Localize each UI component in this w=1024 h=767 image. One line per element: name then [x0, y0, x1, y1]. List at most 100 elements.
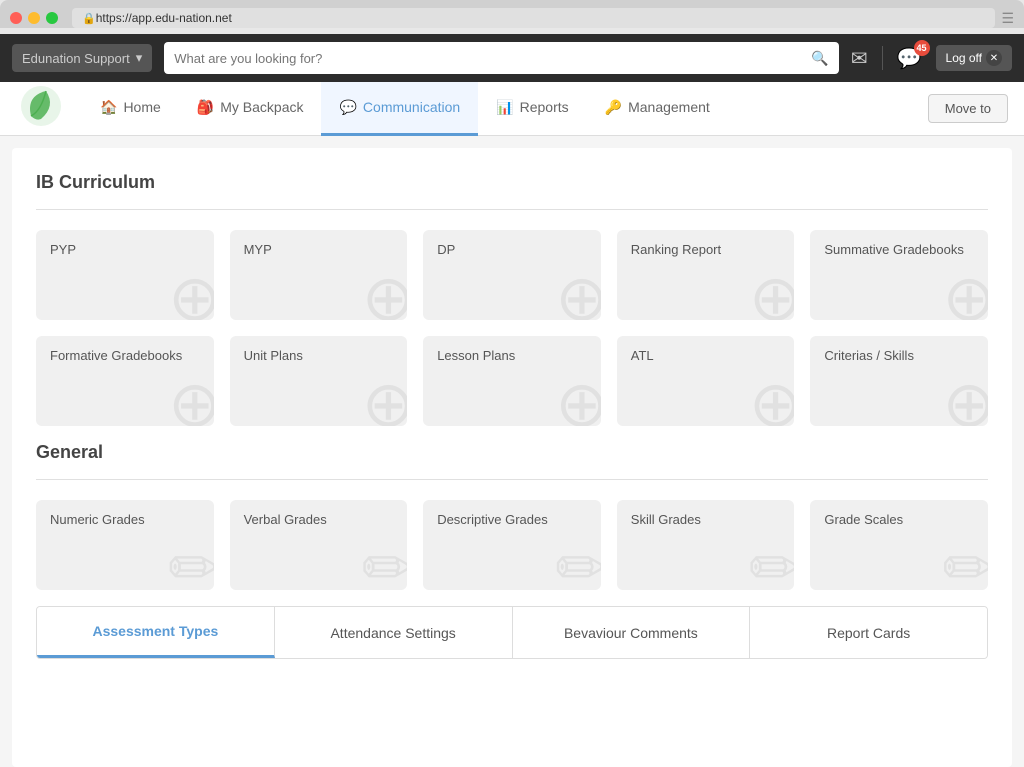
grade-bg-icon: ✏: [555, 536, 601, 590]
card-unit-plans-label: Unit Plans: [244, 348, 394, 363]
browser-chrome: 🔒 https://app.edu-nation.net ☰: [0, 0, 1024, 28]
tab-reports-label: Reports: [520, 99, 569, 115]
card-summative-gradebooks[interactable]: Summative Gradebooks ⊕: [810, 230, 988, 320]
ib-bg-icon: ⊕: [555, 266, 601, 320]
card-atl[interactable]: ATL ⊕: [617, 336, 795, 426]
ib-curriculum-section: IB Curriculum PYP ⊕ MYP ⊕ DP ⊕ Ranking R…: [36, 172, 988, 426]
grade-bg-icon: ✏: [168, 536, 214, 590]
tab-mybackpack[interactable]: 🎒 My Backpack: [179, 82, 322, 136]
move-to-button[interactable]: Move to: [928, 94, 1008, 123]
ib-bg-icon: ⊕: [168, 266, 214, 320]
logout-button[interactable]: Log off ✕: [936, 45, 1012, 71]
school-name-label: Edunation Support: [22, 51, 130, 66]
ib-bg-icon: ⊕: [555, 372, 601, 426]
main-nav-tabs: 🏠 Home 🎒 My Backpack 💬 Communication 📊 R…: [82, 82, 728, 136]
card-ranking-report[interactable]: Ranking Report ⊕: [617, 230, 795, 320]
card-ranking-label: Ranking Report: [631, 242, 781, 257]
grade-bg-icon: ✏: [749, 536, 795, 590]
main-nav: 🏠 Home 🎒 My Backpack 💬 Communication 📊 R…: [0, 82, 1024, 136]
card-skill-label: Skill Grades: [631, 512, 781, 527]
grade-bg-icon: ✏: [942, 536, 988, 590]
tab-reports[interactable]: 📊 Reports: [478, 82, 586, 136]
card-formative-gradebooks[interactable]: Formative Gradebooks ⊕: [36, 336, 214, 426]
logo-icon: [16, 81, 66, 131]
search-bar: 🔍: [164, 42, 839, 74]
card-grade-scales[interactable]: Grade Scales ✏: [810, 500, 988, 590]
tab-home[interactable]: 🏠 Home: [82, 82, 179, 136]
card-pyp[interactable]: PYP ⊕: [36, 230, 214, 320]
card-grade-scales-label: Grade Scales: [824, 512, 974, 527]
card-numeric-label: Numeric Grades: [50, 512, 200, 527]
card-criterias-skills[interactable]: Criterias / Skills ⊕: [810, 336, 988, 426]
card-unit-plans[interactable]: Unit Plans ⊕: [230, 336, 408, 426]
tab-management[interactable]: 🔑 Management: [587, 82, 728, 136]
ib-section-title: IB Curriculum: [36, 172, 988, 193]
school-selector[interactable]: Edunation Support ▾: [12, 44, 152, 72]
app-container: Edunation Support ▾ 🔍 ✉ 💬 45 Log off ✕: [0, 34, 1024, 767]
grade-bg-icon: ✏: [362, 536, 408, 590]
ib-bg-icon: ⊕: [942, 266, 988, 320]
logo-area: [16, 81, 66, 136]
card-formative-label: Formative Gradebooks: [50, 348, 200, 363]
reports-icon: 📊: [496, 99, 513, 116]
general-divider: [36, 479, 988, 480]
ib-bg-icon: ⊕: [362, 266, 408, 320]
tile-report-cards[interactable]: Report Cards: [750, 607, 987, 658]
card-verbal-grades[interactable]: Verbal Grades ✏: [230, 500, 408, 590]
logout-label: Log off: [946, 51, 982, 65]
card-skill-grades[interactable]: Skill Grades ✏: [617, 500, 795, 590]
content-area: IB Curriculum PYP ⊕ MYP ⊕ DP ⊕ Ranking R…: [12, 148, 1012, 767]
dropdown-arrow-icon: ▾: [136, 50, 143, 66]
card-descriptive-grades[interactable]: Descriptive Grades ✏: [423, 500, 601, 590]
general-section-title: General: [36, 442, 988, 463]
card-criterias-label: Criterias / Skills: [824, 348, 974, 363]
minimize-traffic-light[interactable]: [28, 12, 40, 24]
card-dp[interactable]: DP ⊕: [423, 230, 601, 320]
top-nav-bar: Edunation Support ▾ 🔍 ✉ 💬 45 Log off ✕: [0, 34, 1024, 82]
card-lesson-plans-label: Lesson Plans: [437, 348, 587, 363]
card-atl-label: ATL: [631, 348, 781, 363]
ib-bg-icon: ⊕: [362, 372, 408, 426]
search-input[interactable]: [174, 51, 811, 66]
communication-icon: 💬: [339, 99, 356, 116]
tab-mybackpack-label: My Backpack: [220, 99, 303, 115]
tab-communication-label: Communication: [363, 99, 460, 115]
tab-communication[interactable]: 💬 Communication: [321, 82, 478, 136]
ib-bg-icon: ⊕: [168, 372, 214, 426]
messages-button[interactable]: ✉: [851, 46, 868, 71]
card-verbal-label: Verbal Grades: [244, 512, 394, 527]
tile-behaviour-comments[interactable]: Bevaviour Comments: [513, 607, 751, 658]
top-nav-right: ✉ 💬 45 Log off ✕: [851, 45, 1012, 71]
card-summative-label: Summative Gradebooks: [824, 242, 974, 257]
general-section: General Numeric Grades ✏ Verbal Grades ✏…: [36, 442, 988, 590]
management-icon: 🔑: [605, 99, 622, 116]
tile-attendance-settings[interactable]: Attendance Settings: [275, 607, 513, 658]
tile-assessment-types-label: Assessment Types: [92, 623, 218, 639]
card-descriptive-label: Descriptive Grades: [437, 512, 587, 527]
close-traffic-light[interactable]: [10, 12, 22, 24]
menu-icon[interactable]: ☰: [1001, 10, 1014, 27]
logout-x-icon: ✕: [986, 50, 1002, 66]
tile-behaviour-comments-label: Bevaviour Comments: [564, 625, 698, 641]
tile-attendance-settings-label: Attendance Settings: [330, 625, 455, 641]
tile-report-cards-label: Report Cards: [827, 625, 910, 641]
address-bar-text: https://app.edu-nation.net: [96, 11, 986, 25]
maximize-traffic-light[interactable]: [46, 12, 58, 24]
ib-bg-icon: ⊕: [749, 266, 795, 320]
general-row-1: Numeric Grades ✏ Verbal Grades ✏ Descrip…: [36, 500, 988, 590]
ib-bg-icon: ⊕: [942, 372, 988, 426]
ib-row-2: Formative Gradebooks ⊕ Unit Plans ⊕ Less…: [36, 336, 988, 426]
lock-icon: 🔒: [82, 12, 96, 25]
card-numeric-grades[interactable]: Numeric Grades ✏: [36, 500, 214, 590]
tile-assessment-types[interactable]: Assessment Types: [37, 607, 275, 658]
notification-badge: 45: [914, 40, 930, 56]
browser-titlebar: 🔒 https://app.edu-nation.net ☰: [10, 8, 1014, 28]
card-lesson-plans[interactable]: Lesson Plans ⊕: [423, 336, 601, 426]
bottom-tiles: Assessment Types Attendance Settings Bev…: [36, 606, 988, 659]
card-myp[interactable]: MYP ⊕: [230, 230, 408, 320]
tab-home-label: Home: [123, 99, 160, 115]
notifications-button[interactable]: 💬 45: [897, 46, 922, 71]
tab-management-label: Management: [628, 99, 710, 115]
home-icon: 🏠: [100, 99, 117, 116]
ib-divider: [36, 209, 988, 210]
